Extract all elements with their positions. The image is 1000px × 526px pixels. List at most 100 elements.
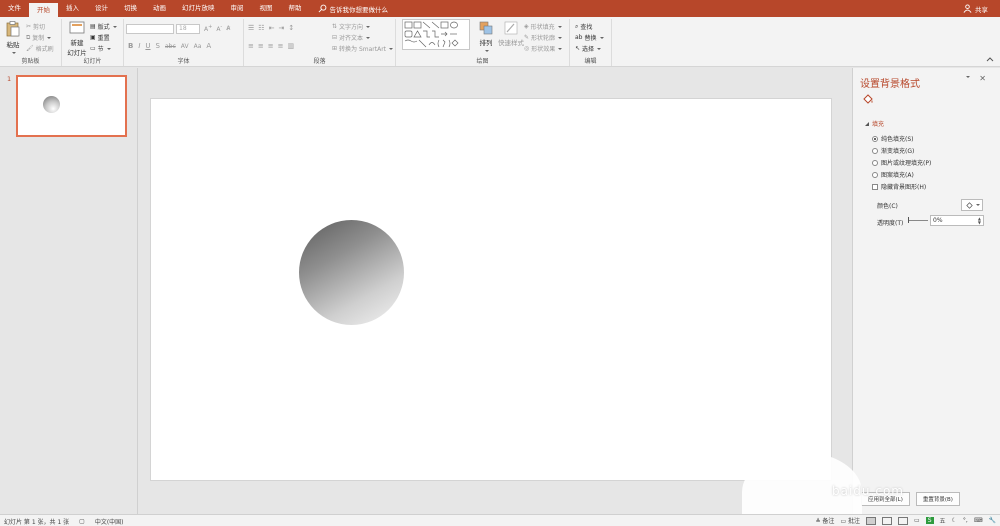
radio-button[interactable] [872, 171, 878, 178]
bold-button[interactable]: B [128, 42, 133, 50]
pane-options-chevron-icon[interactable] [966, 76, 970, 78]
format-painter-button[interactable]: 🖌 格式刷 [26, 44, 54, 53]
change-case-button[interactable]: Aa [194, 43, 202, 50]
slide-canvas[interactable] [150, 98, 832, 481]
increase-indent-icon[interactable]: ⇥ [278, 24, 284, 32]
slideshow-icon[interactable]: ▭ [914, 517, 920, 524]
select-button[interactable]: ↖ 选择 [575, 44, 602, 53]
tab-5[interactable]: 动画 [145, 0, 174, 17]
font-size-combo[interactable]: 18 [176, 24, 200, 34]
section-button[interactable]: ▭ 节 [90, 44, 111, 53]
tab-2[interactable]: 插入 [58, 0, 87, 17]
grow-font-icon[interactable]: A+ [204, 24, 212, 33]
layout-button[interactable]: ▤ 版式 [90, 22, 117, 31]
align-right-icon[interactable]: ≡ [268, 42, 274, 50]
radio-button[interactable] [872, 159, 878, 166]
color-picker-button[interactable] [961, 199, 983, 211]
strikethrough-button[interactable]: abc [165, 43, 176, 50]
slide-thumbnail[interactable] [16, 75, 127, 137]
italic-button[interactable]: I [138, 42, 140, 50]
transparency-input[interactable]: 0% ▲ ▼ [930, 215, 984, 226]
comments-button[interactable]: ▭ 批注 [840, 516, 860, 525]
fill-option-1[interactable]: 渐变填充(G) [872, 146, 914, 155]
wrench-icon[interactable]: 🔧 [989, 517, 996, 524]
radio-button[interactable] [872, 147, 878, 154]
spellcheck-icon[interactable]: ▢ [79, 518, 85, 525]
char-spacing-button[interactable]: AV [181, 43, 189, 50]
transparency-slider-handle[interactable] [908, 217, 909, 223]
replace-button[interactable]: ab 替换 [575, 33, 604, 42]
punctuation-icon[interactable]: °, [963, 517, 968, 524]
new-slide-icon [69, 21, 85, 34]
slide-sorter-icon[interactable] [882, 516, 893, 525]
fill-section-header[interactable]: 填充 [865, 119, 884, 128]
new-slide-button[interactable]: 新建 幻灯片 [64, 21, 90, 57]
tab-3[interactable]: 设计 [87, 0, 116, 17]
font-group-label: 字体 [177, 58, 190, 65]
cut-button[interactable]: ✂ 剪切 [26, 22, 45, 31]
replace-label: 替换 [584, 35, 597, 42]
shapes-gallery[interactable] [402, 19, 470, 50]
transparency-slider-track[interactable] [908, 220, 928, 221]
tab-7[interactable]: 审阅 [223, 0, 252, 17]
slide-counter[interactable]: 幻灯片 第 1 张，共 1 张 [4, 517, 69, 526]
tab-6[interactable]: 幻灯片放映 [174, 0, 223, 17]
tab-4[interactable]: 切换 [116, 0, 145, 17]
bullets-icon[interactable]: ☰ [248, 24, 254, 32]
keyboard-icon[interactable]: ⌨ [974, 517, 983, 524]
shape-effects-button[interactable]: ◎ 形状效果 [524, 44, 563, 53]
ime-wubi-icon[interactable]: 五 [940, 516, 946, 525]
close-icon[interactable]: ✕ [979, 74, 986, 83]
copy-label: 复制 [32, 35, 45, 42]
align-left-icon[interactable]: ≡ [248, 42, 254, 50]
gradient-circle-shape[interactable] [299, 220, 404, 325]
decrease-indent-icon[interactable]: ⇤ [269, 24, 275, 32]
spin-arrows-icon[interactable]: ▲ ▼ [978, 217, 981, 225]
share-button[interactable]: 共享 [963, 0, 988, 17]
convert-smartart-button[interactable]: ⊞ 转换为 SmartArt [332, 44, 394, 53]
font-color-button[interactable]: A [206, 42, 211, 50]
editing-group: ⌕ 查找 ab 替换 ↖ 选择 编辑 [570, 19, 612, 66]
tell-me-box[interactable]: 告诉我你想要做什么 [318, 4, 388, 14]
language-indicator[interactable]: 中文(中国) [95, 517, 124, 526]
find-button[interactable]: ⌕ 查找 [575, 22, 592, 32]
reset-background-button[interactable]: 重置背景(B) [915, 492, 960, 506]
reset-button[interactable]: ▣ 重置 [90, 33, 110, 42]
align-center-icon[interactable]: ≡ [258, 42, 264, 50]
shape-outline-button[interactable]: ✎ 形状轮廓 [524, 33, 563, 42]
text-direction-button[interactable]: ⇅ 文字方向 [332, 22, 371, 31]
ime-icon[interactable]: S [925, 517, 934, 524]
arrange-button[interactable]: 排列 [476, 21, 496, 55]
justify-icon[interactable]: ≡ [278, 42, 284, 50]
line-spacing-icon[interactable]: ↕ [288, 24, 294, 32]
fill-option-2[interactable]: 图片或纹理填充(P) [872, 158, 931, 167]
collapse-ribbon-icon[interactable] [986, 56, 994, 64]
columns-icon[interactable]: ▥ [288, 42, 295, 50]
font-name-combo[interactable] [126, 24, 174, 34]
fill-option-0[interactable]: 纯色填充(S) [872, 134, 914, 143]
clear-format-icon[interactable]: A̷ [226, 25, 230, 32]
paste-button[interactable]: 粘贴 [4, 21, 22, 57]
copy-button[interactable]: ⧉ 复制 [26, 33, 52, 42]
fill-option-4[interactable]: 隐藏背景图形(H) [872, 182, 926, 191]
tab-1[interactable]: 开始 [29, 3, 58, 17]
shrink-font-icon[interactable]: A- [216, 24, 222, 33]
notes-button[interactable]: ≜ 备注 [815, 516, 834, 525]
reading-view-icon[interactable] [898, 516, 909, 525]
tab-8[interactable]: 视图 [252, 0, 281, 17]
tab-0[interactable]: 文件 [0, 0, 29, 17]
numbering-icon[interactable]: ☷ [258, 24, 264, 32]
fill-option-3[interactable]: 图案填充(A) [872, 170, 914, 179]
checkbox[interactable] [872, 183, 878, 190]
underline-button[interactable]: U [145, 42, 150, 50]
align-text-button[interactable]: ⊟ 对齐文本 [332, 33, 371, 42]
moon-icon[interactable]: ☾ [952, 517, 957, 524]
radio-button[interactable] [872, 135, 878, 142]
normal-view-icon[interactable] [866, 516, 877, 525]
tab-9[interactable]: 帮助 [281, 0, 310, 17]
fill-tab-icon[interactable] [862, 93, 874, 107]
quick-styles-button[interactable]: 快速样式 [498, 21, 524, 47]
shape-fill-button[interactable]: ◈ 形状填充 [524, 22, 562, 31]
chevron-down-icon [11, 52, 16, 54]
shadow-text-button[interactable]: S [156, 42, 160, 50]
